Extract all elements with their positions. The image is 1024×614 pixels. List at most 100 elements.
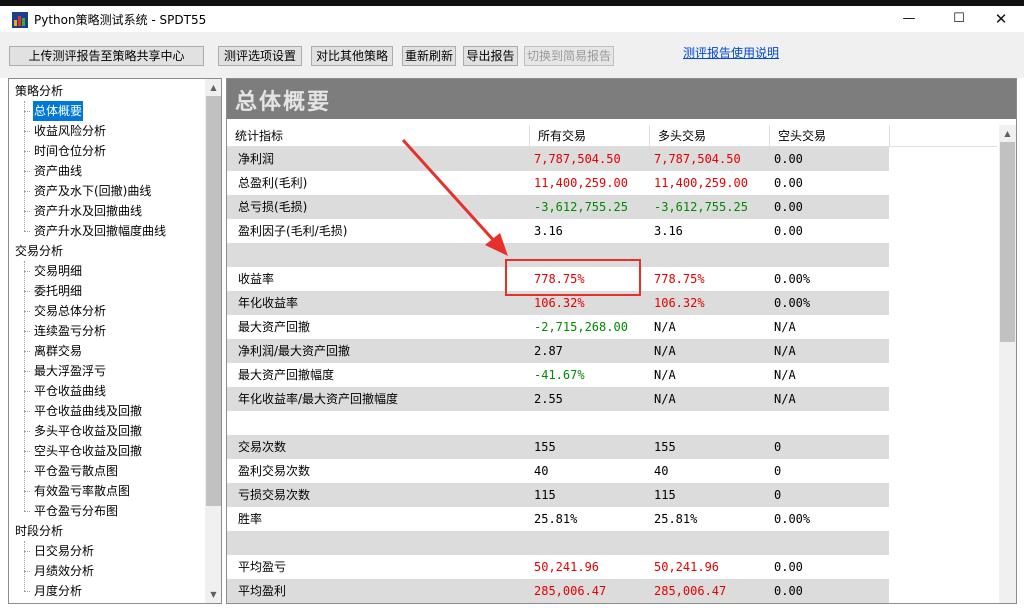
help-link[interactable]: 测评报告使用说明 — [683, 44, 779, 61]
tree-category[interactable]: 时段分析 — [15, 521, 63, 541]
tree-item[interactable]: 资产升水及回撤幅度曲线 — [33, 221, 167, 241]
short-trades-cell: N/A — [774, 392, 796, 406]
scroll-up-arrow-icon[interactable]: ▲ — [205, 79, 221, 96]
tree-item[interactable]: 空头平仓收益及回撤 — [33, 441, 143, 461]
test-options-button[interactable]: 测评选项设置 — [218, 46, 302, 66]
short-trades-cell: 0 — [774, 488, 782, 502]
tree-item[interactable]: 最大浮盈浮亏 — [33, 361, 107, 381]
tree-item[interactable]: 平仓盈亏分布图 — [33, 501, 119, 521]
row-fill — [889, 147, 997, 171]
table-row[interactable]: 交易次数 155 155 0 — [227, 435, 997, 459]
metric-cell: 净利润/最大资产回撤 — [238, 344, 351, 358]
short-trades-cell: 0 — [774, 464, 782, 478]
tree-item[interactable]: 日交易分析 — [33, 541, 95, 561]
all-trades-cell: 2.87 — [534, 344, 563, 358]
tree-connector — [24, 541, 25, 591]
table-row[interactable]: 净利润 7,787,504.50 7,787,504.50 0.00 — [227, 147, 997, 171]
tree-connector — [24, 511, 30, 512]
close-button[interactable]: ✕ — [978, 6, 1024, 32]
app-icon — [12, 12, 28, 28]
tree-item[interactable]: 离群交易 — [33, 341, 83, 361]
tree-item[interactable]: 连续盈亏分析 — [33, 321, 107, 341]
tree-item[interactable]: 月度分析 — [33, 581, 83, 601]
export-report-button[interactable]: 导出报告 — [463, 46, 518, 66]
header-metric[interactable]: 统计指标 — [227, 125, 530, 147]
table-row[interactable] — [227, 411, 997, 435]
report-scrollbar[interactable]: ▲ — [999, 125, 1016, 603]
metric-cell: 最大资产回撤幅度 — [238, 368, 335, 382]
metric-cell: 平均盈利 — [238, 584, 287, 598]
table-row[interactable]: 平均盈利 285,006.47 285,006.47 0.00 — [227, 579, 997, 603]
tree-item[interactable]: 平仓盈亏散点图 — [33, 461, 119, 481]
header-all-trades[interactable]: 所有交易 — [530, 125, 650, 147]
report-scroll-thumb[interactable] — [1000, 142, 1015, 342]
tree-scroll-thumb[interactable] — [206, 96, 221, 506]
table-row[interactable]: 总亏损(毛损) -3,612,755.25 -3,612,755.25 0.00 — [227, 195, 997, 219]
short-trades-cell: 0.00 — [774, 584, 803, 598]
minimize-button[interactable]: — — [886, 6, 932, 32]
table-row[interactable]: 盈利因子(毛利/毛损) 3.16 3.16 0.00 — [227, 219, 997, 243]
table-row[interactable]: 最大资产回撤 -2,715,268.00 N/A N/A — [227, 315, 997, 339]
all-trades-cell: 40 — [534, 464, 549, 478]
tree-category[interactable]: 交易分析 — [15, 241, 63, 261]
tree-item[interactable]: 资产及水下(回撤)曲线 — [33, 181, 152, 201]
header-short-trades[interactable]: 空头交易 — [770, 125, 890, 147]
short-trades-cell: 0.00% — [774, 272, 811, 286]
section-title: 总体概要 — [235, 90, 332, 115]
tree-item[interactable]: 交易明细 — [33, 261, 83, 281]
table-row[interactable]: 胜率 25.81% 25.81% 0.00% — [227, 507, 997, 531]
short-trades-cell: 0.00 — [774, 200, 803, 214]
tree-connector — [24, 231, 30, 232]
metric-cell: 年化收益率/最大资产回撤幅度 — [238, 392, 399, 406]
metric-cell: 盈利因子(毛利/毛损) — [238, 224, 348, 238]
title-bar: Python策略测试系统 - SPDT55 — ☐ ✕ — [0, 6, 1024, 32]
compare-strategies-button[interactable]: 对比其他策略 — [311, 46, 393, 66]
tree-scrollbar[interactable]: ▲ ▼ — [205, 79, 221, 603]
long-trades-cell: 7,787,504.50 — [654, 152, 741, 166]
long-trades-cell: 115 — [654, 488, 676, 502]
table-row[interactable]: 总盈利(毛利) 11,400,259.00 11,400,259.00 0.00 — [227, 171, 997, 195]
switch-simple-report-button[interactable]: 切换到简易报告 — [524, 46, 614, 66]
table-row[interactable]: 净利润/最大资产回撤 2.87 N/A N/A — [227, 339, 997, 363]
tree-item[interactable]: 资产升水及回撤曲线 — [33, 201, 143, 221]
table-row[interactable]: 最大资产回撤幅度 -41.67% N/A N/A — [227, 363, 997, 387]
report-scroll-up-arrow-icon[interactable]: ▲ — [999, 125, 1016, 142]
header-long-trades[interactable]: 多头交易 — [650, 125, 770, 147]
maximize-button[interactable]: ☐ — [936, 6, 982, 32]
scroll-down-arrow-icon[interactable]: ▼ — [205, 586, 221, 603]
all-trades-cell: -3,612,755.25 — [534, 200, 628, 214]
table-row[interactable]: 年化收益率/最大资产回撤幅度 2.55 N/A N/A — [227, 387, 997, 411]
metric-cell: 净利润 — [238, 152, 275, 166]
metric-cell: 胜率 — [238, 512, 263, 526]
tree-item[interactable]: 交易总体分析 — [33, 301, 107, 321]
table-row[interactable] — [227, 531, 997, 555]
long-trades-cell: 50,241.96 — [654, 560, 720, 574]
metric-cell: 平均盈亏 — [238, 560, 287, 574]
tree-item[interactable]: 月绩效分析 — [33, 561, 95, 581]
all-trades-cell: 285,006.47 — [534, 584, 607, 598]
row-fill — [889, 243, 997, 267]
all-trades-cell: 50,241.96 — [534, 560, 600, 574]
tree-item[interactable]: 资产曲线 — [33, 161, 83, 181]
metric-cell: 盈利交易次数 — [238, 464, 311, 478]
upload-report-button[interactable]: 上传测评报告至策略共享中心 — [9, 46, 204, 66]
table-row[interactable]: 亏损交易次数 115 115 0 — [227, 483, 997, 507]
long-trades-cell: 778.75% — [654, 272, 705, 286]
short-trades-cell: N/A — [774, 368, 796, 382]
long-trades-cell: 11,400,259.00 — [654, 176, 748, 190]
table-row[interactable]: 盈利交易次数 40 40 0 — [227, 459, 997, 483]
tree-item[interactable]: 总体概要 — [33, 101, 84, 121]
refresh-button[interactable]: 重新刷新 — [402, 46, 456, 66]
tree-item[interactable]: 时间仓位分析 — [33, 141, 107, 161]
all-trades-cell: 3.16 — [534, 224, 563, 238]
tree-item[interactable]: 多头平仓收益及回撤 — [33, 421, 143, 441]
tree-item[interactable]: 委托明细 — [33, 281, 83, 301]
tree-item[interactable]: 有效盈亏率散点图 — [33, 481, 131, 501]
table-row[interactable]: 平均盈亏 50,241.96 50,241.96 0.00 — [227, 555, 997, 579]
tree-category[interactable]: 策略分析 — [15, 81, 63, 101]
tree-item[interactable]: 平仓收益曲线及回撤 — [33, 401, 143, 421]
long-trades-cell: 155 — [654, 440, 676, 454]
tree-item[interactable]: 平仓收益曲线 — [33, 381, 107, 401]
short-trades-cell: 0.00 — [774, 224, 803, 238]
tree-item[interactable]: 收益风险分析 — [33, 121, 107, 141]
